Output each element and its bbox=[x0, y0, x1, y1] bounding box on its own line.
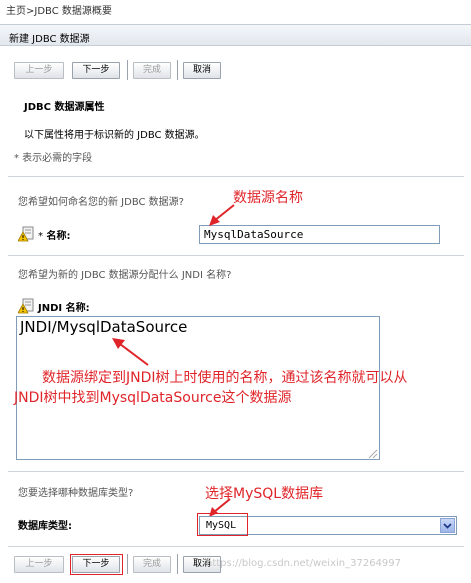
window-title: 新建 JDBC 数据源 bbox=[9, 34, 90, 45]
db-type-label: 数据库类型: bbox=[18, 521, 72, 532]
toolbar-separator bbox=[127, 554, 128, 574]
finish-button-top[interactable]: 完成 bbox=[133, 62, 171, 79]
annotation-jndi-line1: 数据源绑定到JNDI树上时使用的名称，通过该名称就可以从 bbox=[42, 370, 408, 386]
next-button-top[interactable]: 下一步 bbox=[72, 62, 120, 79]
toolbar-separator bbox=[177, 60, 178, 80]
back-button-top[interactable]: 上一步 bbox=[14, 62, 64, 79]
window-titlebar: 新建 JDBC 数据源 bbox=[0, 24, 471, 46]
resize-grip-icon[interactable] bbox=[367, 448, 378, 459]
divider bbox=[8, 546, 464, 547]
toolbar-separator bbox=[127, 60, 128, 80]
db-type-question: 您要选择哪种数据库类型? bbox=[18, 488, 134, 499]
name-question: 您希望如何命名您的新 JDBC 数据源? bbox=[18, 197, 184, 208]
breadcrumb-current: >JDBC 数据源概要 bbox=[26, 6, 112, 17]
annotation-highlight-box bbox=[70, 554, 123, 575]
cancel-button-top[interactable]: 取消 bbox=[183, 62, 221, 79]
annotation-highlight-box bbox=[197, 513, 248, 536]
annotation-name: 数据源名称 bbox=[233, 190, 303, 206]
finish-button-bottom[interactable]: 完成 bbox=[133, 556, 171, 573]
name-label-text: 名称: bbox=[46, 231, 71, 242]
toolbar-separator bbox=[177, 554, 178, 574]
jndi-label: JNDI 名称: bbox=[38, 303, 90, 314]
breadcrumb: 主页>JDBC 数据源概要 bbox=[6, 2, 112, 17]
dropdown-arrow-icon[interactable] bbox=[440, 518, 455, 533]
help-warning-icon[interactable] bbox=[18, 298, 34, 314]
divider bbox=[8, 176, 464, 177]
watermark: https://blog.csdn.net/weixin_37264997 bbox=[206, 558, 402, 569]
section-description: 以下属性将用于标识新的 JDBC 数据源。 bbox=[24, 130, 205, 141]
required-asterisk: * bbox=[38, 231, 43, 242]
annotation-arrow-icon bbox=[112, 338, 149, 366]
divider bbox=[8, 471, 464, 472]
help-warning-icon[interactable] bbox=[18, 226, 34, 242]
required-note: * 表示必需的字段 bbox=[14, 153, 93, 164]
section-title: JDBC 数据源属性 bbox=[24, 102, 105, 113]
jndi-question: 您希望为新的 JDBC 数据源分配什么 JNDI 名称? bbox=[18, 270, 232, 281]
divider bbox=[8, 255, 464, 256]
name-label: * 名称: bbox=[38, 227, 70, 242]
breadcrumb-home-link[interactable]: 主页 bbox=[6, 6, 26, 17]
annotation-arrow-icon bbox=[209, 204, 235, 226]
annotation-jndi-line2: JNDI树中找到MysqlDataSource这个数据源 bbox=[14, 390, 292, 406]
back-button-bottom[interactable]: 上一步 bbox=[14, 556, 64, 573]
